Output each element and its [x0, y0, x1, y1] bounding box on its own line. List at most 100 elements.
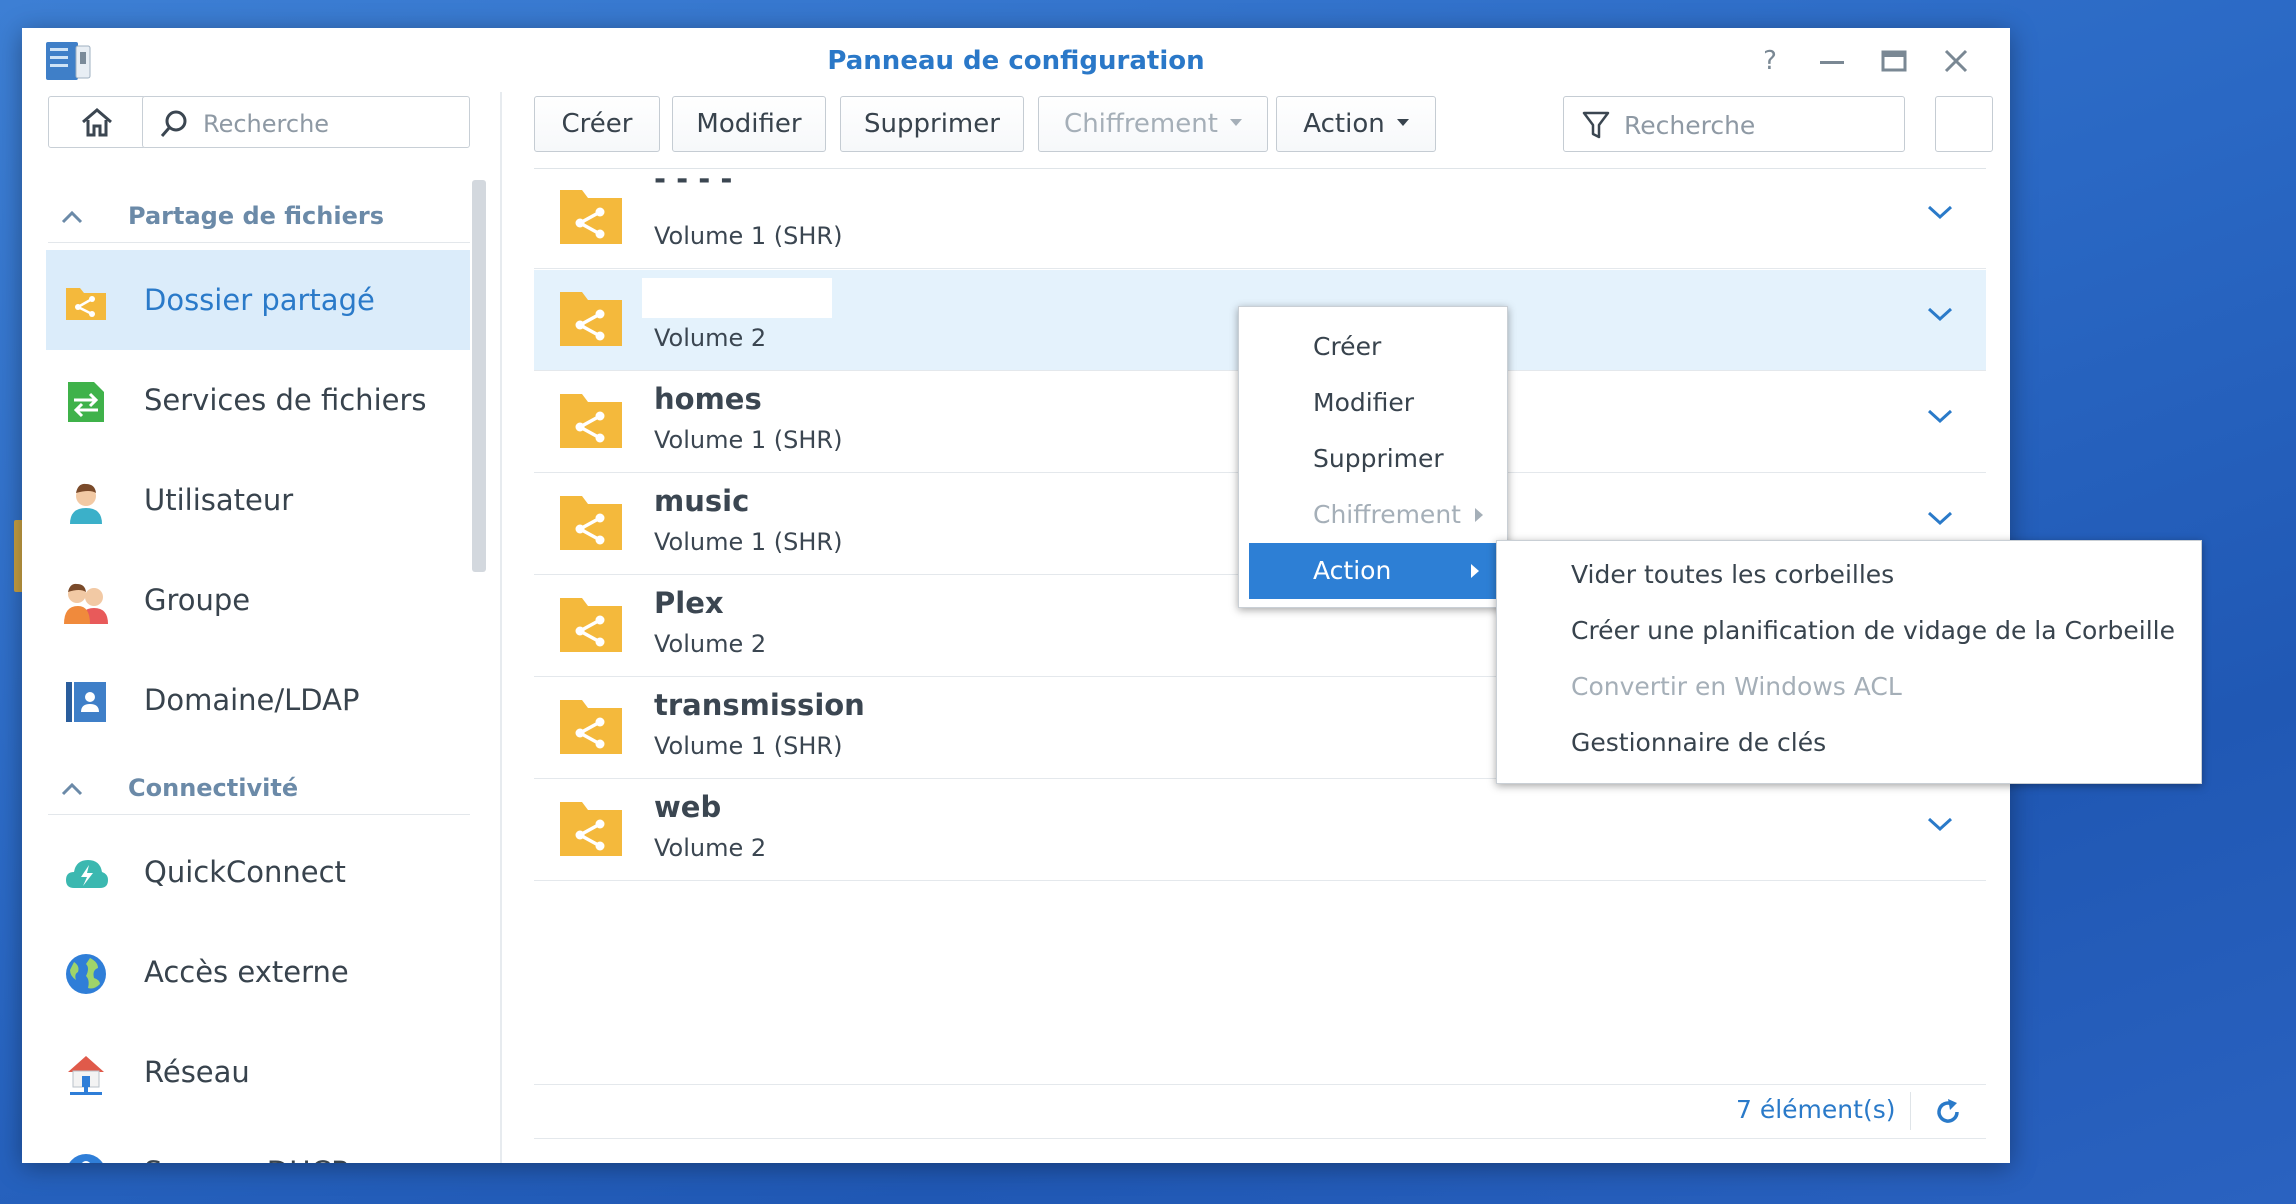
folder-volume: Volume 2	[654, 324, 767, 352]
sidebar-item-user[interactable]: Utilisateur	[46, 450, 470, 550]
chevron-down-icon	[1396, 119, 1409, 126]
action-submenu: Vider toutes les corbeilles Créer une pl…	[1496, 540, 2202, 784]
chevron-down-icon[interactable]	[1926, 814, 1954, 834]
redacted-folder-name	[642, 278, 832, 318]
menu-item-empty-all-recycle-bins[interactable]: Vider toutes les corbeilles	[1497, 547, 2201, 603]
folder-volume: Volume 1 (SHR)	[654, 528, 843, 556]
section-connectivity[interactable]: Connectivité	[48, 770, 470, 810]
folder-volume: Volume 2	[654, 630, 767, 658]
shared-folder-icon	[560, 700, 622, 754]
sidebar-item-domain-ldap[interactable]: Domaine/LDAP	[46, 650, 470, 750]
menu-item-convert-windows-acl[interactable]: Convertir en Windows ACL	[1497, 659, 2201, 715]
sidebar-item-label: Serveur DHCP	[144, 1155, 349, 1163]
sidebar-item-dhcp-server[interactable]: Serveur DHCP	[46, 1122, 470, 1163]
divider	[534, 1084, 1986, 1085]
shared-folder-icon	[560, 598, 622, 652]
divider	[48, 814, 470, 815]
close-icon[interactable]	[1940, 46, 1972, 76]
main-search-input[interactable]: Recherche	[1563, 96, 1905, 152]
sidebar-item-label: Domaine/LDAP	[144, 683, 360, 717]
menu-item-create[interactable]: Créer	[1239, 319, 1507, 375]
section-label: Connectivité	[128, 774, 299, 802]
sidebar-item-label: QuickConnect	[144, 855, 346, 889]
sidebar: Recherche Partage de fichiers Dossier pa…	[22, 92, 500, 1163]
menu-item-action[interactable]: Action	[1249, 543, 1497, 599]
sidebar-item-file-services[interactable]: Services de fichiers	[46, 350, 470, 450]
menu-item-delete[interactable]: Supprimer	[1239, 431, 1507, 487]
modify-button[interactable]: Modifier	[672, 96, 826, 152]
search-icon	[160, 110, 187, 137]
chevron-down-icon[interactable]	[1926, 406, 1954, 426]
folder-name: web	[654, 790, 722, 824]
filter-icon	[1582, 111, 1610, 139]
menu-item-label: Action	[1313, 556, 1392, 585]
sidebar-item-shared-folder[interactable]: Dossier partagé	[46, 250, 470, 350]
shared-folder-icon	[560, 802, 622, 856]
desktop-icon-fragment	[14, 520, 22, 592]
dhcp-server-icon	[69, 1154, 103, 1163]
help-icon[interactable]: ?	[1754, 46, 1786, 76]
sidebar-divider	[500, 92, 502, 1163]
sidebar-item-label: Dossier partagé	[144, 283, 375, 317]
refresh-icon[interactable]	[1934, 1098, 1962, 1126]
options-button[interactable]	[1935, 96, 1993, 152]
chevron-down-icon	[1229, 119, 1242, 126]
chevron-up-icon	[61, 210, 83, 224]
sidebar-scrollbar[interactable]	[472, 180, 486, 572]
menu-item-encryption[interactable]: Chiffrement	[1239, 487, 1507, 543]
chevron-right-icon	[1475, 508, 1483, 522]
desktop-edge	[0, 0, 22, 1204]
folder-volume: Volume 1 (SHR)	[654, 222, 843, 250]
shared-folder-icon	[560, 190, 622, 244]
sidebar-item-group[interactable]: Groupe	[46, 550, 470, 650]
folder-volume: Volume 2	[654, 834, 767, 862]
divider	[1910, 1092, 1911, 1130]
folder-name: transmission	[654, 688, 865, 722]
home-icon	[82, 108, 112, 137]
sidebar-item-network[interactable]: Réseau	[46, 1022, 470, 1122]
folder-volume: Volume 1 (SHR)	[654, 732, 843, 760]
sidebar-item-label: Accès externe	[144, 955, 349, 989]
network-icon	[68, 1056, 104, 1095]
section-file-sharing[interactable]: Partage de fichiers	[48, 198, 470, 238]
shared-folder-icon	[560, 292, 622, 346]
menu-item-modify[interactable]: Modifier	[1239, 375, 1507, 431]
encryption-label: Chiffrement	[1064, 109, 1218, 139]
folder-name: homes	[654, 382, 762, 416]
quickconnect-icon	[66, 860, 108, 888]
sidebar-item-label: Groupe	[144, 583, 251, 617]
maximize-icon[interactable]	[1878, 46, 1910, 76]
domain-ldap-icon	[66, 682, 106, 722]
folder-name: - - - -	[654, 162, 733, 196]
sidebar-item-label: Services de fichiers	[144, 383, 427, 417]
sidebar-item-quickconnect[interactable]: QuickConnect	[46, 822, 470, 922]
menu-item-schedule-recycle-bin-emptying[interactable]: Créer une planification de vidage de la …	[1497, 603, 2201, 659]
action-button[interactable]: Action	[1276, 96, 1436, 152]
sidebar-search-placeholder: Recherche	[203, 110, 330, 138]
create-button[interactable]: Créer	[534, 96, 660, 152]
file-services-icon	[68, 382, 104, 422]
chevron-down-icon[interactable]	[1926, 202, 1954, 222]
table-row[interactable]: - - - - Volume 1 (SHR)	[534, 162, 1986, 269]
shared-folder-icon	[66, 288, 106, 320]
item-count: 7 élément(s)	[1736, 1095, 1896, 1124]
sidebar-item-label: Utilisateur	[144, 483, 294, 517]
sidebar-search-input[interactable]: Recherche	[142, 96, 470, 148]
window-title: Panneau de configuration	[827, 46, 1205, 76]
sidebar-item-external-access[interactable]: Accès externe	[46, 922, 470, 1022]
home-button[interactable]	[48, 96, 146, 148]
divider	[534, 1138, 1986, 1139]
chevron-down-icon[interactable]	[1926, 508, 1954, 528]
table-row[interactable]: web Volume 2	[534, 780, 1986, 881]
menu-item-key-manager[interactable]: Gestionnaire de clés	[1497, 715, 2201, 771]
main-search-placeholder: Recherche	[1624, 111, 1756, 140]
globe-icon	[66, 954, 106, 994]
folder-volume: Volume 1 (SHR)	[654, 426, 843, 454]
shared-folder-icon	[560, 394, 622, 448]
chevron-down-icon[interactable]	[1926, 304, 1954, 324]
delete-button[interactable]: Supprimer	[840, 96, 1024, 152]
encryption-button[interactable]: Chiffrement	[1038, 96, 1268, 152]
folder-name: music	[654, 484, 750, 518]
context-menu: Créer Modifier Supprimer Chiffrement Act…	[1238, 306, 1508, 608]
minimize-icon[interactable]	[1816, 46, 1848, 76]
